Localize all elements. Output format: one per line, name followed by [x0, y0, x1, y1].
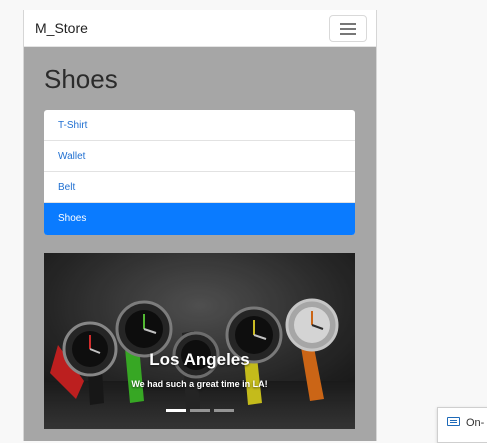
osk-label: On- [466, 417, 485, 429]
brand-logo[interactable]: M_Store [35, 20, 88, 36]
navbar: M_Store [24, 10, 376, 47]
on-screen-keyboard-button[interactable]: On- [437, 407, 487, 443]
carousel-caption-text: We had such a great time in LA! [131, 379, 268, 389]
category-item-shoes[interactable]: Shoes [44, 203, 355, 235]
mobile-viewport: M_Store Shoes T-Shirt Wallet Belt Shoes [23, 10, 377, 441]
keyboard-icon [447, 417, 460, 426]
image-carousel[interactable]: Los Angeles We had such a great time in … [44, 253, 355, 429]
category-list: T-Shirt Wallet Belt Shoes [44, 110, 355, 235]
carousel-indicator-1[interactable] [165, 409, 186, 412]
navbar-toggler-button[interactable] [329, 15, 367, 42]
category-item-belt[interactable]: Belt [44, 172, 355, 203]
watches-slide-image [44, 253, 355, 429]
hamburger-icon [340, 23, 356, 25]
category-item-tshirt[interactable]: T-Shirt [44, 110, 355, 141]
carousel-indicators [44, 409, 355, 412]
carousel-indicator-2[interactable] [189, 409, 210, 412]
category-item-wallet[interactable]: Wallet [44, 141, 355, 172]
carousel-caption-title: Los Angeles [149, 350, 250, 369]
page-title: Shoes [44, 64, 118, 94]
carousel-indicator-3[interactable] [213, 409, 234, 412]
